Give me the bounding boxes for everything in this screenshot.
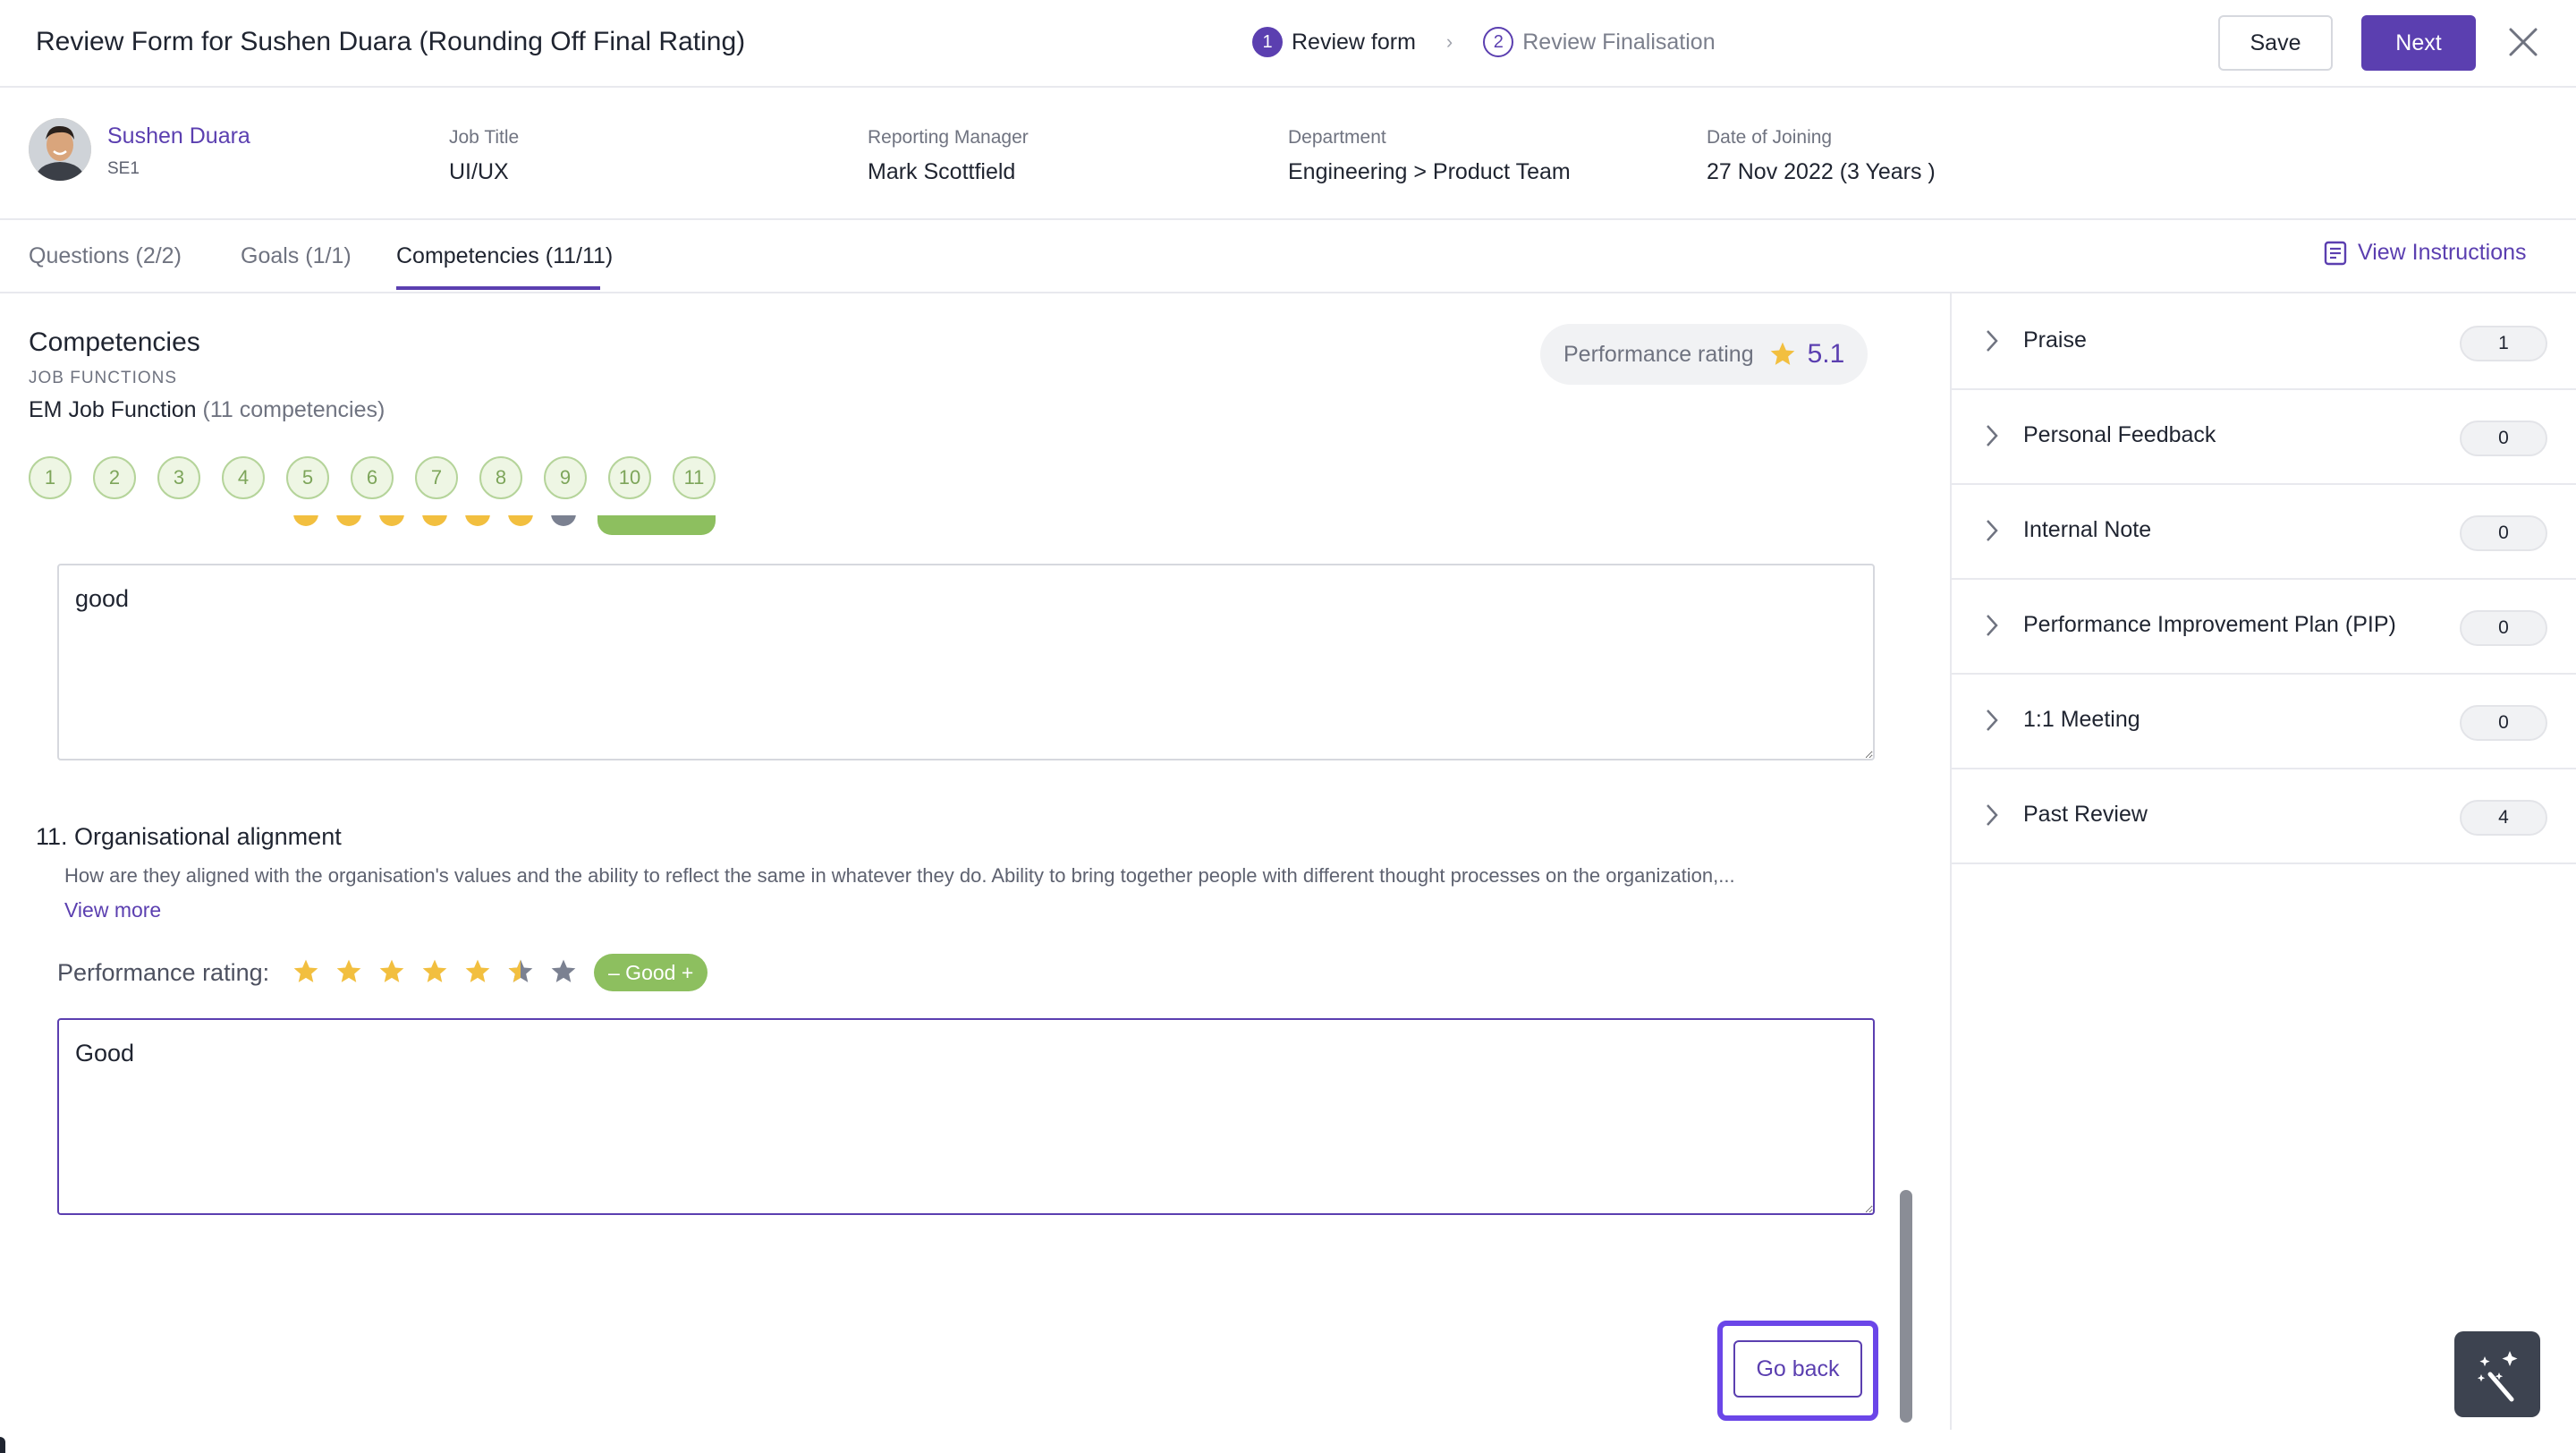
document-icon	[2324, 241, 2347, 265]
previous-rating-row	[57, 515, 1873, 535]
ai-assist-button[interactable]	[2454, 1331, 2540, 1417]
chevron-right-icon	[1987, 520, 1998, 541]
reporting-manager-value: Mark Scottfield	[868, 159, 1016, 184]
step-label: Review form	[1292, 29, 1416, 55]
view-more-link[interactable]: View more	[64, 898, 161, 922]
sidebar-item-label: Praise	[2023, 327, 2087, 353]
active-tab-indicator	[396, 286, 600, 290]
competency-chip[interactable]: 1	[29, 456, 72, 499]
go-back-button[interactable]: Go back	[1733, 1340, 1862, 1398]
sidebar-item-label: Internal Note	[2023, 517, 2152, 542]
competency-chip[interactable]: 4	[222, 456, 265, 499]
employee-name[interactable]: Sushen Duara	[107, 123, 250, 149]
star-icon[interactable]	[549, 957, 578, 986]
step-label: Review Finalisation	[1522, 29, 1716, 55]
close-icon[interactable]	[2508, 27, 2538, 57]
competency-navigator: 1 2 3 4 5 6 7 8 9 10 11	[29, 456, 737, 499]
chevron-right-icon	[1987, 425, 1998, 446]
window-corner	[0, 1437, 5, 1453]
step-review-finalisation[interactable]: 2 Review Finalisation	[1483, 27, 1716, 57]
star-icon[interactable]	[506, 957, 535, 986]
date-of-joining-value: 27 Nov 2022 (3 Years )	[1707, 159, 1936, 184]
sidebar-item-count: 0	[2460, 421, 2547, 456]
sidebar-item-count: 4	[2460, 800, 2547, 836]
sidebar-item[interactable]: Personal Feedback 0	[1952, 390, 2576, 485]
answer-textarea[interactable]: Good	[57, 1018, 1875, 1215]
competency-chip[interactable]: 3	[157, 456, 200, 499]
previous-rating-badge	[597, 515, 716, 535]
sidebar-item[interactable]: Praise 1	[1952, 295, 2576, 390]
star-rating[interactable]	[292, 957, 592, 986]
job-function-name: EM Job Function (11 competencies)	[29, 397, 385, 423]
avatar	[29, 118, 91, 181]
view-instructions-link[interactable]: View Instructions	[2324, 240, 2527, 266]
competency-chip[interactable]: 2	[93, 456, 136, 499]
sidebar-item-label: Performance Improvement Plan (PIP)	[2023, 612, 2396, 637]
chevron-right-icon	[1987, 804, 1998, 826]
previous-answer-textarea[interactable]: good	[57, 564, 1875, 760]
tab-questions[interactable]: Questions (2/2)	[29, 243, 182, 269]
sidebar-item-label: Personal Feedback	[2023, 422, 2216, 447]
profile-strip	[0, 88, 2576, 220]
reporting-manager-label: Reporting Manager	[868, 127, 1029, 148]
chevron-right-icon	[1987, 615, 1998, 636]
date-of-joining-label: Date of Joining	[1707, 127, 1833, 148]
rating-adjust-badge[interactable]: – Good +	[594, 954, 708, 991]
job-title-value: UI/UX	[449, 159, 509, 184]
department-label: Department	[1288, 127, 1386, 148]
question-title: 11. Organisational alignment	[36, 823, 342, 850]
job-title-label: Job Title	[449, 127, 520, 148]
competency-chip[interactable]: 6	[351, 456, 394, 499]
question-description: How are they aligned with the organisati…	[64, 864, 1735, 887]
sidebar-item[interactable]: Performance Improvement Plan (PIP) 0	[1952, 580, 2576, 675]
step-number: 1	[1252, 27, 1283, 57]
next-button[interactable]: Next	[2361, 15, 2476, 71]
star-icon[interactable]	[292, 957, 320, 986]
sidebar-item-count: 0	[2460, 705, 2547, 741]
star-icon[interactable]	[335, 957, 363, 986]
job-function-title: EM Job Function	[29, 397, 197, 422]
job-function-count: (11 competencies)	[202, 397, 386, 422]
sidebar-item-count: 1	[2460, 326, 2547, 361]
competencies-heading: Competencies	[29, 327, 200, 357]
save-button[interactable]: Save	[2218, 15, 2333, 71]
page-title: Review Form for Sushen Duara (Rounding O…	[36, 27, 746, 56]
tab-competencies[interactable]: Competencies (11/11)	[396, 243, 613, 269]
step-number: 2	[1483, 27, 1514, 57]
sidebar-item[interactable]: Past Review 4	[1952, 769, 2576, 864]
stepper: 1 Review form › 2 Review Finalisation	[1252, 27, 1716, 57]
star-icon[interactable]	[463, 957, 492, 986]
star-icon[interactable]	[420, 957, 449, 986]
star-icon[interactable]	[377, 957, 406, 986]
employee-level: SE1	[107, 159, 140, 178]
sidebar-item[interactable]: Internal Note 0	[1952, 485, 2576, 580]
sidebar-item[interactable]: 1:1 Meeting 0	[1952, 675, 2576, 769]
sidebar-item-label: Past Review	[2023, 802, 2148, 827]
chevron-right-icon	[1987, 330, 1998, 352]
tab-bar	[0, 220, 2576, 293]
performance-rating-label: Performance rating:	[57, 959, 270, 986]
sidebar-item-count: 0	[2460, 610, 2547, 646]
tab-goals[interactable]: Goals (1/1)	[241, 243, 352, 269]
sidebar-item-label: 1:1 Meeting	[2023, 707, 2140, 732]
department-value: Engineering > Product Team	[1288, 159, 1571, 184]
competency-chip[interactable]: 9	[544, 456, 587, 499]
overall-performance-rating: Performance rating 5.1	[1540, 324, 1868, 385]
chevron-right-icon	[1987, 710, 1998, 731]
performance-rating-label: Performance rating	[1563, 341, 1754, 367]
competency-chip[interactable]: 5	[286, 456, 329, 499]
competency-chip[interactable]: 7	[415, 456, 458, 499]
star-icon	[1770, 342, 1794, 365]
job-functions-label: JOB FUNCTIONS	[29, 369, 178, 387]
chevron-right-icon: ›	[1445, 30, 1453, 53]
competency-chip[interactable]: 8	[479, 456, 522, 499]
sidebar-item-count: 0	[2460, 515, 2547, 551]
view-instructions-label: View Instructions	[2358, 240, 2527, 265]
magic-wand-icon	[2477, 1351, 2518, 1402]
performance-rating-score: 5.1	[1807, 339, 1845, 369]
step-review-form[interactable]: 1 Review form	[1252, 27, 1416, 57]
competency-chip[interactable]: 11	[673, 456, 716, 499]
main-scrollbar-thumb[interactable]	[1900, 1190, 1912, 1423]
competency-chip[interactable]: 10	[608, 456, 651, 499]
